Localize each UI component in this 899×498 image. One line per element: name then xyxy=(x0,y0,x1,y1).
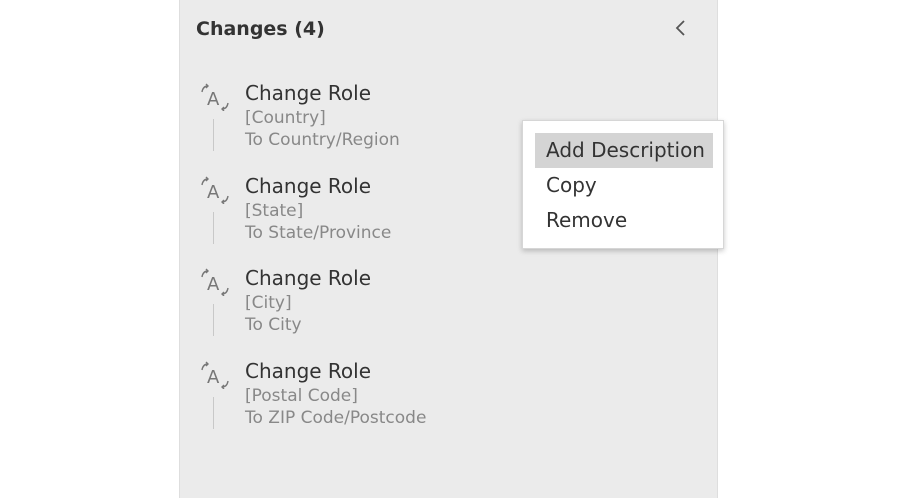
change-role-icon: A xyxy=(198,268,232,297)
timeline-connector xyxy=(213,304,214,336)
timeline-connector xyxy=(213,212,214,244)
menu-item-copy[interactable]: Copy xyxy=(535,168,713,203)
collapse-panel-button[interactable] xyxy=(670,16,692,40)
change-target: To State/Province xyxy=(245,223,392,243)
change-field: [State] xyxy=(245,201,304,221)
menu-item-add-description[interactable]: Add Description xyxy=(535,133,713,168)
change-role-icon: A xyxy=(198,176,232,205)
change-name: Change Role xyxy=(245,174,372,198)
change-target: To City xyxy=(245,315,302,335)
change-target: To Country/Region xyxy=(245,130,400,150)
svg-text:A: A xyxy=(207,274,220,295)
svg-text:A: A xyxy=(207,89,220,110)
context-menu: Add Description Copy Remove xyxy=(522,120,724,249)
menu-item-remove[interactable]: Remove xyxy=(535,203,713,238)
change-target: To ZIP Code/Postcode xyxy=(245,408,427,428)
timeline-connector xyxy=(213,119,214,151)
change-field: [Country] xyxy=(245,108,326,128)
change-item-postal-code[interactable]: A Change Role [Postal Code] To ZIP Code/… xyxy=(196,357,616,447)
change-field: [City] xyxy=(245,293,292,313)
timeline-connector xyxy=(213,397,214,429)
change-field: [Postal Code] xyxy=(245,386,358,406)
change-name: Change Role xyxy=(245,359,372,383)
chevron-left-icon xyxy=(670,16,692,40)
svg-text:A: A xyxy=(207,182,220,203)
change-item-city[interactable]: A Change Role [City] To City xyxy=(196,264,616,354)
change-name: Change Role xyxy=(245,266,372,290)
change-role-icon: A xyxy=(198,83,232,112)
change-role-icon: A xyxy=(198,361,232,390)
change-name: Change Role xyxy=(245,81,372,105)
svg-text:A: A xyxy=(207,367,220,388)
changes-panel: Changes (4) A Change Role [Country] To C… xyxy=(179,0,718,498)
panel-title: Changes (4) xyxy=(196,18,325,40)
